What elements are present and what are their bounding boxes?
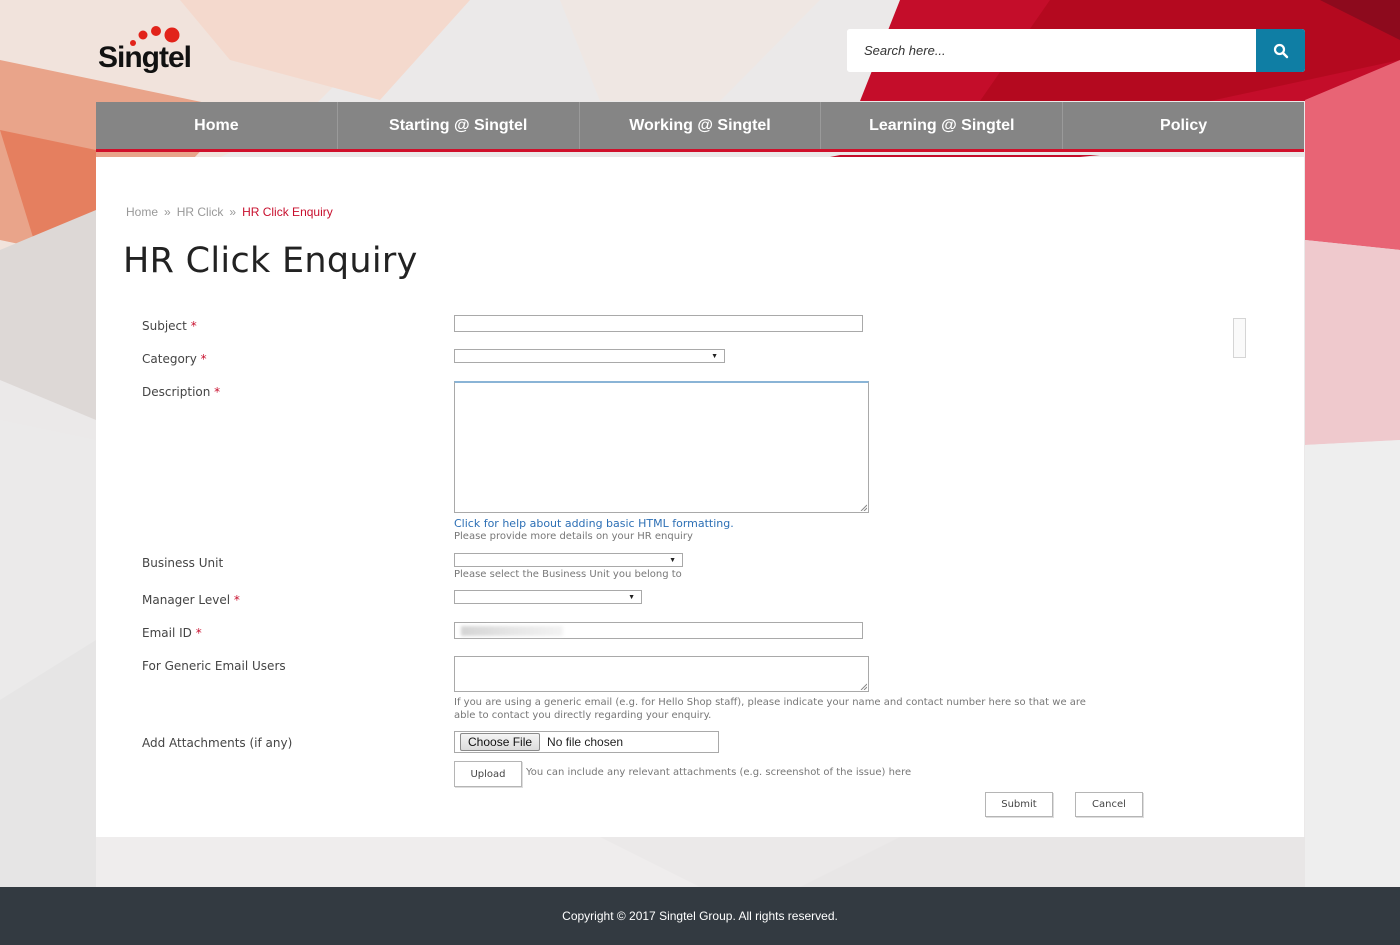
subject-input[interactable] [454, 315, 863, 332]
upload-button[interactable]: Upload [454, 761, 522, 787]
business-unit-label-text: Business Unit [142, 556, 224, 570]
nav-item-starting[interactable]: Starting @ Singtel [338, 102, 580, 149]
description-label: Description * [142, 385, 220, 399]
manager-level-label: Manager Level * [142, 593, 240, 607]
breadcrumb-separator: » [229, 205, 237, 219]
cancel-button[interactable]: Cancel [1075, 792, 1143, 817]
required-marker: * [233, 593, 240, 607]
generic-email-hint-line-2: able to contact you directly regarding y… [454, 710, 712, 721]
logo-wordmark: Singtel [98, 41, 192, 74]
description-hint: Please provide more details on your HR e… [454, 531, 693, 542]
breadcrumb: Home » HR Click » HR Click Enquiry [126, 205, 333, 219]
business-unit-label: Business Unit [142, 556, 223, 570]
subject-label: Subject * [142, 319, 197, 333]
breadcrumb-hr-click[interactable]: HR Click [177, 205, 224, 219]
manager-level-label-text: Manager Level [142, 593, 231, 607]
category-label-text: Category [142, 352, 197, 366]
main-nav: Home Starting @ Singtel Working @ Singte… [96, 102, 1304, 152]
business-unit-select[interactable]: ▼ [454, 553, 683, 567]
nav-item-policy[interactable]: Policy [1063, 102, 1304, 149]
breadcrumb-current: HR Click Enquiry [242, 205, 333, 219]
search-input[interactable] [847, 29, 1256, 72]
category-label: Category * [142, 352, 207, 366]
attachments-label: Add Attachments (if any) [142, 736, 292, 750]
breadcrumb-home[interactable]: Home [126, 205, 158, 219]
singtel-logo[interactable]: Singtel [96, 24, 206, 80]
generic-email-label: For Generic Email Users [142, 659, 286, 673]
page-title: HR Click Enquiry [123, 241, 418, 281]
breadcrumb-separator: » [164, 205, 171, 219]
file-status: No file chosen [547, 735, 624, 749]
attachments-label-text: Add Attachments (if any) [142, 736, 293, 750]
chevron-down-icon: ▼ [711, 352, 718, 360]
html-help-link[interactable]: Click for help about adding basic HTML f… [454, 517, 734, 530]
description-label-text: Description [142, 385, 211, 399]
email-id-label-text: Email ID [142, 626, 192, 640]
email-id-label: Email ID * [142, 626, 202, 640]
nav-item-home[interactable]: Home [96, 102, 338, 149]
email-id-input[interactable] [454, 622, 863, 639]
nav-item-working[interactable]: Working @ Singtel [580, 102, 822, 149]
description-textarea[interactable] [454, 381, 869, 513]
upload-hint: You can include any relevant attachments… [526, 767, 912, 778]
business-unit-hint: Please select the Business Unit you belo… [454, 569, 682, 580]
footer: Copyright © 2017 Singtel Group. All righ… [0, 887, 1400, 945]
file-input: Choose File No file chosen [454, 731, 719, 753]
scrollbar[interactable] [1233, 318, 1246, 358]
chevron-down-icon: ▼ [628, 593, 635, 601]
content-panel: Home » HR Click » HR Click Enquiry HR Cl… [96, 157, 1304, 837]
generic-email-textarea[interactable] [454, 656, 869, 692]
generic-email-label-text: For Generic Email Users [142, 659, 286, 673]
required-marker: * [190, 319, 197, 333]
required-marker: * [214, 385, 221, 399]
search-icon [1273, 43, 1288, 58]
required-marker: * [200, 352, 207, 366]
generic-email-hint-line-1: If you are using a generic email (e.g. f… [454, 697, 1086, 708]
chevron-down-icon: ▼ [669, 556, 676, 564]
submit-button[interactable]: Submit [985, 792, 1053, 817]
manager-level-select[interactable]: ▼ [454, 590, 642, 604]
required-marker: * [195, 626, 202, 640]
redacted-email [461, 626, 563, 636]
subject-label-text: Subject [142, 319, 187, 333]
resize-grip-icon[interactable] [860, 504, 867, 511]
choose-file-button[interactable]: Choose File [460, 733, 541, 751]
category-select[interactable]: ▼ [454, 349, 725, 363]
search-button[interactable] [1256, 29, 1305, 72]
search-bar [847, 29, 1305, 72]
resize-grip-icon[interactable] [860, 683, 867, 690]
copyright-text: Copyright © 2017 Singtel Group. All righ… [562, 909, 838, 923]
nav-item-learning[interactable]: Learning @ Singtel [821, 102, 1064, 149]
